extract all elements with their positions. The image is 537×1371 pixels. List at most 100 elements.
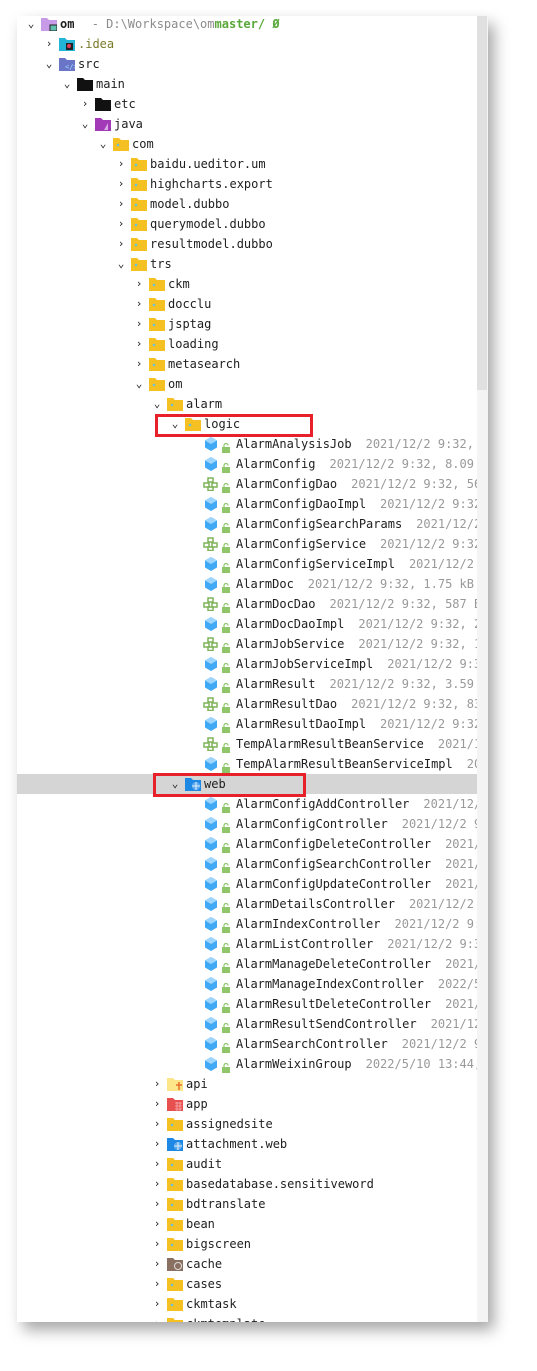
tree-folder-item[interactable]: › cache bbox=[17, 1254, 477, 1274]
lock-icon bbox=[222, 539, 231, 553]
tree-file-item[interactable]: AlarmConfigSearchParams 2021/12/2 9 bbox=[17, 514, 488, 534]
tree-folder-item[interactable]: › ckm bbox=[17, 274, 477, 294]
tree-folder-item[interactable]: › bigscreen bbox=[17, 1234, 477, 1254]
tree-file-item[interactable]: TempAlarmResultBeanServiceImpl202 bbox=[17, 754, 488, 774]
tree-folder-item[interactable]: › ckmtask bbox=[17, 1294, 477, 1314]
tree-folder-item[interactable]: › etc bbox=[17, 94, 477, 114]
tree-file-item[interactable]: AlarmConfigService 2021/12/2 9:32, bbox=[17, 534, 488, 554]
chevron-right-icon[interactable]: › bbox=[115, 174, 127, 194]
tree-file-item[interactable]: AlarmDocDaoImpl 2021/12/2 9:32, 2.8 bbox=[17, 614, 488, 634]
chevron-right-icon[interactable]: › bbox=[151, 1094, 163, 1114]
chevron-right-icon[interactable]: › bbox=[133, 354, 145, 374]
tree-file-item[interactable]: AlarmConfig 2021/12/2 9:32, 8.09 kB bbox=[17, 454, 488, 474]
chevron-right-icon[interactable]: › bbox=[133, 274, 145, 294]
tree-file-item[interactable]: AlarmConfigDaoImpl 2021/12/2 9:32, bbox=[17, 494, 488, 514]
chevron-right-icon[interactable]: › bbox=[151, 1174, 163, 1194]
chevron-right-icon[interactable]: › bbox=[115, 194, 127, 214]
tree-folder-item[interactable]: › api bbox=[17, 1074, 477, 1094]
tree-folder-item[interactable]: ⌄ trs bbox=[17, 254, 477, 274]
tree-folder-item[interactable]: › app bbox=[17, 1094, 477, 1114]
tree-file-item[interactable]: AlarmConfigSearchController 2021/1 bbox=[17, 854, 488, 874]
tree-folder-item[interactable]: ⌄ alarm bbox=[17, 394, 477, 414]
chevron-right-icon[interactable]: › bbox=[115, 214, 127, 234]
chevron-right-icon[interactable]: › bbox=[151, 1194, 163, 1214]
tree-file-item[interactable]: AlarmManageIndexController 2022/5/ bbox=[17, 974, 488, 994]
tree-file-item[interactable]: AlarmResultDao 2021/12/2 9:32, 835 B bbox=[17, 694, 488, 714]
tree-file-item[interactable]: AlarmDocDao 2021/12/2 9:32, 587 B bbox=[17, 594, 481, 614]
tree-file-item[interactable]: AlarmListController 2021/12/2 9:32, bbox=[17, 934, 488, 954]
chevron-down-icon[interactable]: ⌄ bbox=[61, 74, 73, 94]
chevron-right-icon[interactable]: › bbox=[151, 1074, 163, 1094]
chevron-right-icon[interactable]: › bbox=[151, 1294, 163, 1314]
chevron-right-icon[interactable]: › bbox=[151, 1134, 163, 1154]
chevron-right-icon[interactable]: › bbox=[133, 314, 145, 334]
chevron-down-icon[interactable]: ⌄ bbox=[133, 374, 145, 394]
tree-file-item[interactable]: AlarmDoc 2021/12/2 9:32, 1.75 kB bbox=[17, 574, 477, 594]
tree-file-item[interactable]: AlarmConfigDeleteController 2021/1 bbox=[17, 834, 488, 854]
tree-folder-item[interactable]: ⌄ main bbox=[17, 74, 477, 94]
chevron-right-icon[interactable]: › bbox=[151, 1254, 163, 1274]
tree-folder-item[interactable]: ⌄ </>src bbox=[17, 54, 477, 74]
chevron-right-icon[interactable]: › bbox=[43, 34, 55, 54]
chevron-right-icon[interactable]: › bbox=[151, 1214, 163, 1234]
tree-folder-item[interactable]: › assignedsite bbox=[17, 1114, 477, 1134]
chevron-right-icon[interactable]: › bbox=[133, 334, 145, 354]
tree-folder-item[interactable]: ⌄ java bbox=[17, 114, 477, 134]
tree-file-item[interactable]: AlarmJobServiceImpl 2021/12/2 9:32, bbox=[17, 654, 488, 674]
tree-file-item[interactable]: AlarmIndexController 2021/12/2 9:32 bbox=[17, 914, 488, 934]
tree-folder-item[interactable]: › audit bbox=[17, 1154, 477, 1174]
tree-folder-item[interactable]: › model.dubbo bbox=[17, 194, 477, 214]
tree-file-item[interactable]: AlarmWeixinGroup 2022/5/10 13:44, 1 bbox=[17, 1054, 488, 1074]
tree-folder-item[interactable]: › bdtranslate bbox=[17, 1194, 477, 1214]
tree-file-item[interactable]: AlarmConfigController 2021/12/2 9:3 bbox=[17, 814, 488, 834]
tree-file-item[interactable]: AlarmSearchController 2021/12/2 9:3 bbox=[17, 1034, 488, 1054]
tree-file-item[interactable]: AlarmConfigDao 2021/12/2 9:32, 561 B bbox=[17, 474, 488, 494]
tree-file-item[interactable]: AlarmConfigAddController 2021/12/2 bbox=[17, 794, 488, 814]
tree-folder-item[interactable]: › attachment.web bbox=[17, 1134, 477, 1154]
tree-file-item[interactable]: AlarmAnalysisJob 2021/12/2 9:32, 2. bbox=[17, 434, 488, 454]
tree-folder-item[interactable]: ⌄ om bbox=[17, 374, 477, 394]
tree-file-item[interactable]: AlarmResult 2021/12/2 9:32, 3.59 kB bbox=[17, 674, 488, 694]
tree-folder-item[interactable]: › highcharts.export bbox=[17, 174, 477, 194]
tree-file-item[interactable]: AlarmDetailsController 2021/12/2 9: bbox=[17, 894, 488, 914]
chevron-right-icon[interactable]: › bbox=[151, 1314, 163, 1322]
tree-file-item[interactable]: AlarmJobService 2021/12/2 9:32, 1.9 bbox=[17, 634, 488, 654]
tree-folder-item[interactable]: › jsptag bbox=[17, 314, 477, 334]
tree-folder-item[interactable]: › ckmtemplate bbox=[17, 1314, 477, 1322]
tree-file-item[interactable]: AlarmResultSendController 2021/12/ bbox=[17, 1014, 488, 1034]
chevron-down-icon[interactable]: ⌄ bbox=[25, 16, 37, 34]
tree-folder-item[interactable]: › docclu bbox=[17, 294, 477, 314]
chevron-down-icon[interactable]: ⌄ bbox=[97, 134, 109, 154]
tree-folder-item[interactable]: › bean bbox=[17, 1214, 477, 1234]
chevron-right-icon[interactable]: › bbox=[151, 1114, 163, 1134]
chevron-right-icon[interactable]: › bbox=[79, 94, 91, 114]
tree-folder-item[interactable]: › loading bbox=[17, 334, 477, 354]
chevron-right-icon[interactable]: › bbox=[115, 154, 127, 174]
chevron-right-icon[interactable]: › bbox=[151, 1234, 163, 1254]
scrollbar-thumb[interactable] bbox=[477, 16, 487, 390]
tree-folder-item[interactable]: › metasearch bbox=[17, 354, 477, 374]
chevron-down-icon[interactable]: ⌄ bbox=[79, 114, 91, 134]
tree-file-item[interactable]: AlarmResultDaoImpl 2021/12/2 9:32, bbox=[17, 714, 488, 734]
tree-file-item[interactable]: AlarmManageDeleteController 2021/1 bbox=[17, 954, 488, 974]
tree-file-item[interactable]: AlarmConfigUpdateController 2021/1 bbox=[17, 874, 488, 894]
tree-file-item[interactable]: TempAlarmResultBeanService 2021/12 bbox=[17, 734, 488, 754]
tree-file-item[interactable]: AlarmConfigServiceImpl 2021/12/2 9: bbox=[17, 554, 488, 574]
chevron-down-icon[interactable]: ⌄ bbox=[151, 394, 163, 414]
chevron-right-icon[interactable]: › bbox=[133, 294, 145, 314]
chevron-right-icon[interactable]: › bbox=[151, 1154, 163, 1174]
chevron-right-icon[interactable]: › bbox=[115, 234, 127, 254]
chevron-right-icon[interactable]: › bbox=[151, 1274, 163, 1294]
tree-folder-item[interactable]: › querymodel.dubbo bbox=[17, 214, 477, 234]
tree-folder-item[interactable]: ⌄ com bbox=[17, 134, 477, 154]
tree-folder-item[interactable]: › .idea bbox=[17, 34, 477, 54]
chevron-down-icon[interactable]: ⌄ bbox=[115, 254, 127, 274]
tree-file-item[interactable]: AlarmResultDeleteController 2021/1 bbox=[17, 994, 488, 1014]
tree-folder-item[interactable]: › cases bbox=[17, 1274, 477, 1294]
chevron-down-icon[interactable]: ⌄ bbox=[43, 54, 55, 74]
vertical-scrollbar[interactable] bbox=[477, 16, 488, 1322]
tree-folder-item[interactable]: › basedatabase.sensitiveword bbox=[17, 1174, 477, 1194]
tree-root-om[interactable]: ⌄ om - D:\Workspace\ommaster/ Ø bbox=[17, 16, 477, 34]
tree-folder-item[interactable]: › baidu.ueditor.um bbox=[17, 154, 477, 174]
tree-folder-item[interactable]: › resultmodel.dubbo bbox=[17, 234, 477, 254]
